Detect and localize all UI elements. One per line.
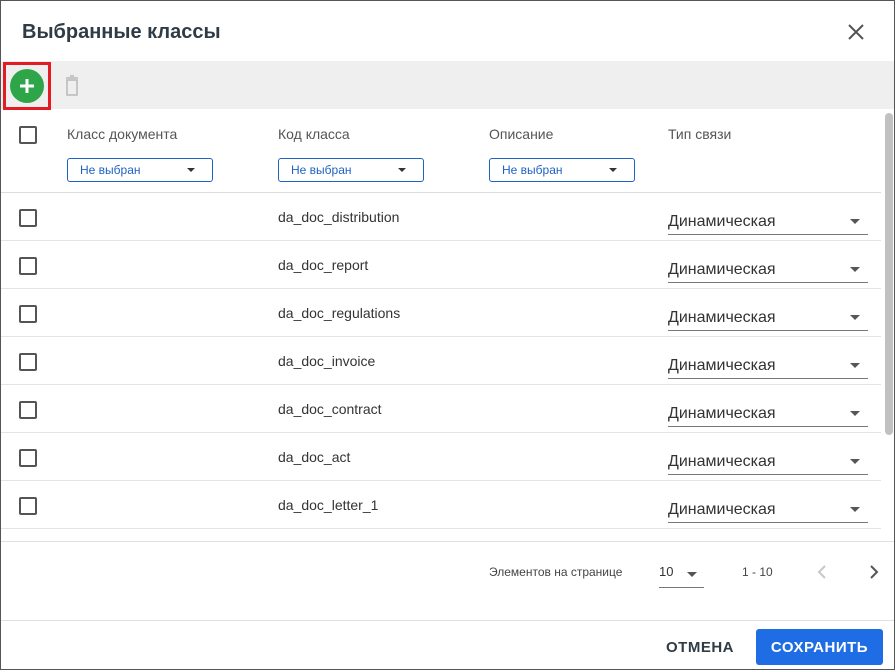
class-code: da_doc_letter_1 bbox=[278, 497, 379, 513]
link-type-select[interactable]: Динамическая bbox=[668, 499, 868, 523]
link-type-select[interactable]: Динамическая bbox=[668, 451, 868, 475]
link-type-value: Динамическая bbox=[668, 309, 776, 326]
link-type-select[interactable]: Динамическая bbox=[668, 355, 868, 379]
table-row: da_doc_report Динамическая bbox=[1, 241, 881, 289]
link-type-select[interactable]: Динамическая bbox=[668, 307, 868, 331]
trash-icon bbox=[66, 75, 78, 96]
delete-button[interactable] bbox=[62, 75, 82, 97]
chevron-left-icon bbox=[817, 565, 826, 579]
dialog-actions: ОТМЕНА СОХРАНИТЬ bbox=[1, 621, 894, 669]
table-row: da_doc_invoice Динамическая bbox=[1, 337, 881, 385]
chevron-down-icon bbox=[850, 267, 860, 272]
column-header-description: Описание bbox=[489, 126, 554, 142]
prev-page-button[interactable] bbox=[813, 562, 833, 582]
class-code: da_doc_distribution bbox=[278, 209, 400, 225]
column-header-link-type: Тип связи bbox=[668, 126, 732, 142]
per-page-select[interactable]: 10 bbox=[659, 560, 704, 588]
chevron-right-icon bbox=[870, 565, 879, 579]
table-row: da_doc_letter_1 Динамическая bbox=[1, 481, 881, 529]
filter-description[interactable]: Не выбран bbox=[489, 158, 635, 182]
row-checkbox[interactable] bbox=[19, 305, 37, 323]
row-checkbox[interactable] bbox=[19, 401, 37, 419]
chevron-down-icon bbox=[850, 411, 860, 416]
column-header-code: Код класса bbox=[278, 126, 350, 142]
filter-description-value: Не выбран bbox=[502, 163, 563, 177]
table-row: da_doc_distribution Динамическая bbox=[1, 193, 881, 241]
chevron-down-icon bbox=[850, 459, 860, 464]
table-header: Класс документа Не выбран Код класса Не … bbox=[1, 109, 881, 193]
link-type-value: Динамическая bbox=[668, 213, 776, 230]
class-code: da_doc_invoice bbox=[278, 353, 376, 369]
row-checkbox[interactable] bbox=[19, 209, 37, 227]
filter-code-value: Не выбран bbox=[291, 163, 352, 177]
selected-classes-dialog: Выбранные классы Класс документа Не выбр… bbox=[0, 0, 895, 670]
table-row: da_doc_regulations Динамическая bbox=[1, 289, 881, 337]
table-scrollbar[interactable] bbox=[885, 113, 893, 435]
link-type-select[interactable]: Динамическая bbox=[668, 211, 868, 235]
row-checkbox[interactable] bbox=[19, 353, 37, 371]
chevron-down-icon bbox=[850, 315, 860, 320]
select-all-checkbox[interactable] bbox=[19, 126, 37, 144]
link-type-value: Динамическая bbox=[668, 453, 776, 470]
filter-code[interactable]: Не выбран bbox=[278, 158, 424, 182]
page-range: 1 - 10 bbox=[742, 565, 773, 579]
table-row: da_doc_contract Динамическая bbox=[1, 385, 881, 433]
class-code: da_doc_regulations bbox=[278, 305, 401, 321]
filter-doc-class-value: Не выбран bbox=[80, 163, 141, 177]
link-type-select[interactable]: Динамическая bbox=[668, 403, 868, 427]
link-type-value: Динамическая bbox=[668, 261, 776, 278]
pagination: Элементов на странице 10 1 - 10 bbox=[1, 541, 894, 621]
dialog-header: Выбранные классы bbox=[1, 1, 894, 61]
row-checkbox[interactable] bbox=[19, 497, 37, 515]
chevron-down-icon bbox=[850, 219, 860, 224]
link-type-value: Динамическая bbox=[668, 357, 776, 374]
chevron-down-icon bbox=[850, 507, 860, 512]
cancel-button[interactable]: ОТМЕНА bbox=[658, 629, 742, 665]
close-icon[interactable] bbox=[844, 20, 868, 44]
class-code: da_doc_act bbox=[278, 449, 351, 465]
chevron-down-icon bbox=[398, 168, 406, 172]
column-header-doc-class: Класс документа bbox=[67, 126, 178, 142]
add-button[interactable] bbox=[10, 69, 44, 103]
chevron-down-icon bbox=[187, 168, 195, 172]
link-type-select[interactable]: Динамическая bbox=[668, 259, 868, 283]
row-checkbox[interactable] bbox=[19, 449, 37, 467]
chevron-down-icon bbox=[609, 168, 617, 172]
next-page-button[interactable] bbox=[863, 562, 883, 582]
row-checkbox[interactable] bbox=[19, 257, 37, 275]
class-code: da_doc_report bbox=[278, 257, 369, 273]
per-page-label: Элементов на странице bbox=[489, 565, 623, 579]
save-button[interactable]: СОХРАНИТЬ bbox=[756, 629, 883, 665]
per-page-value: 10 bbox=[659, 564, 674, 579]
table-row: da_doc_act Динамическая bbox=[1, 433, 881, 481]
chevron-down-icon bbox=[687, 572, 697, 577]
plus-icon bbox=[20, 79, 34, 93]
add-button-highlight bbox=[3, 62, 51, 110]
dialog-title: Выбранные классы bbox=[22, 21, 221, 43]
filter-doc-class[interactable]: Не выбран bbox=[67, 158, 213, 182]
class-code: da_doc_contract bbox=[278, 401, 382, 417]
link-type-value: Динамическая bbox=[668, 405, 776, 422]
link-type-value: Динамическая bbox=[668, 501, 776, 518]
classes-table: Класс документа Не выбран Код класса Не … bbox=[1, 109, 881, 541]
toolbar bbox=[1, 61, 894, 110]
chevron-down-icon bbox=[850, 363, 860, 368]
